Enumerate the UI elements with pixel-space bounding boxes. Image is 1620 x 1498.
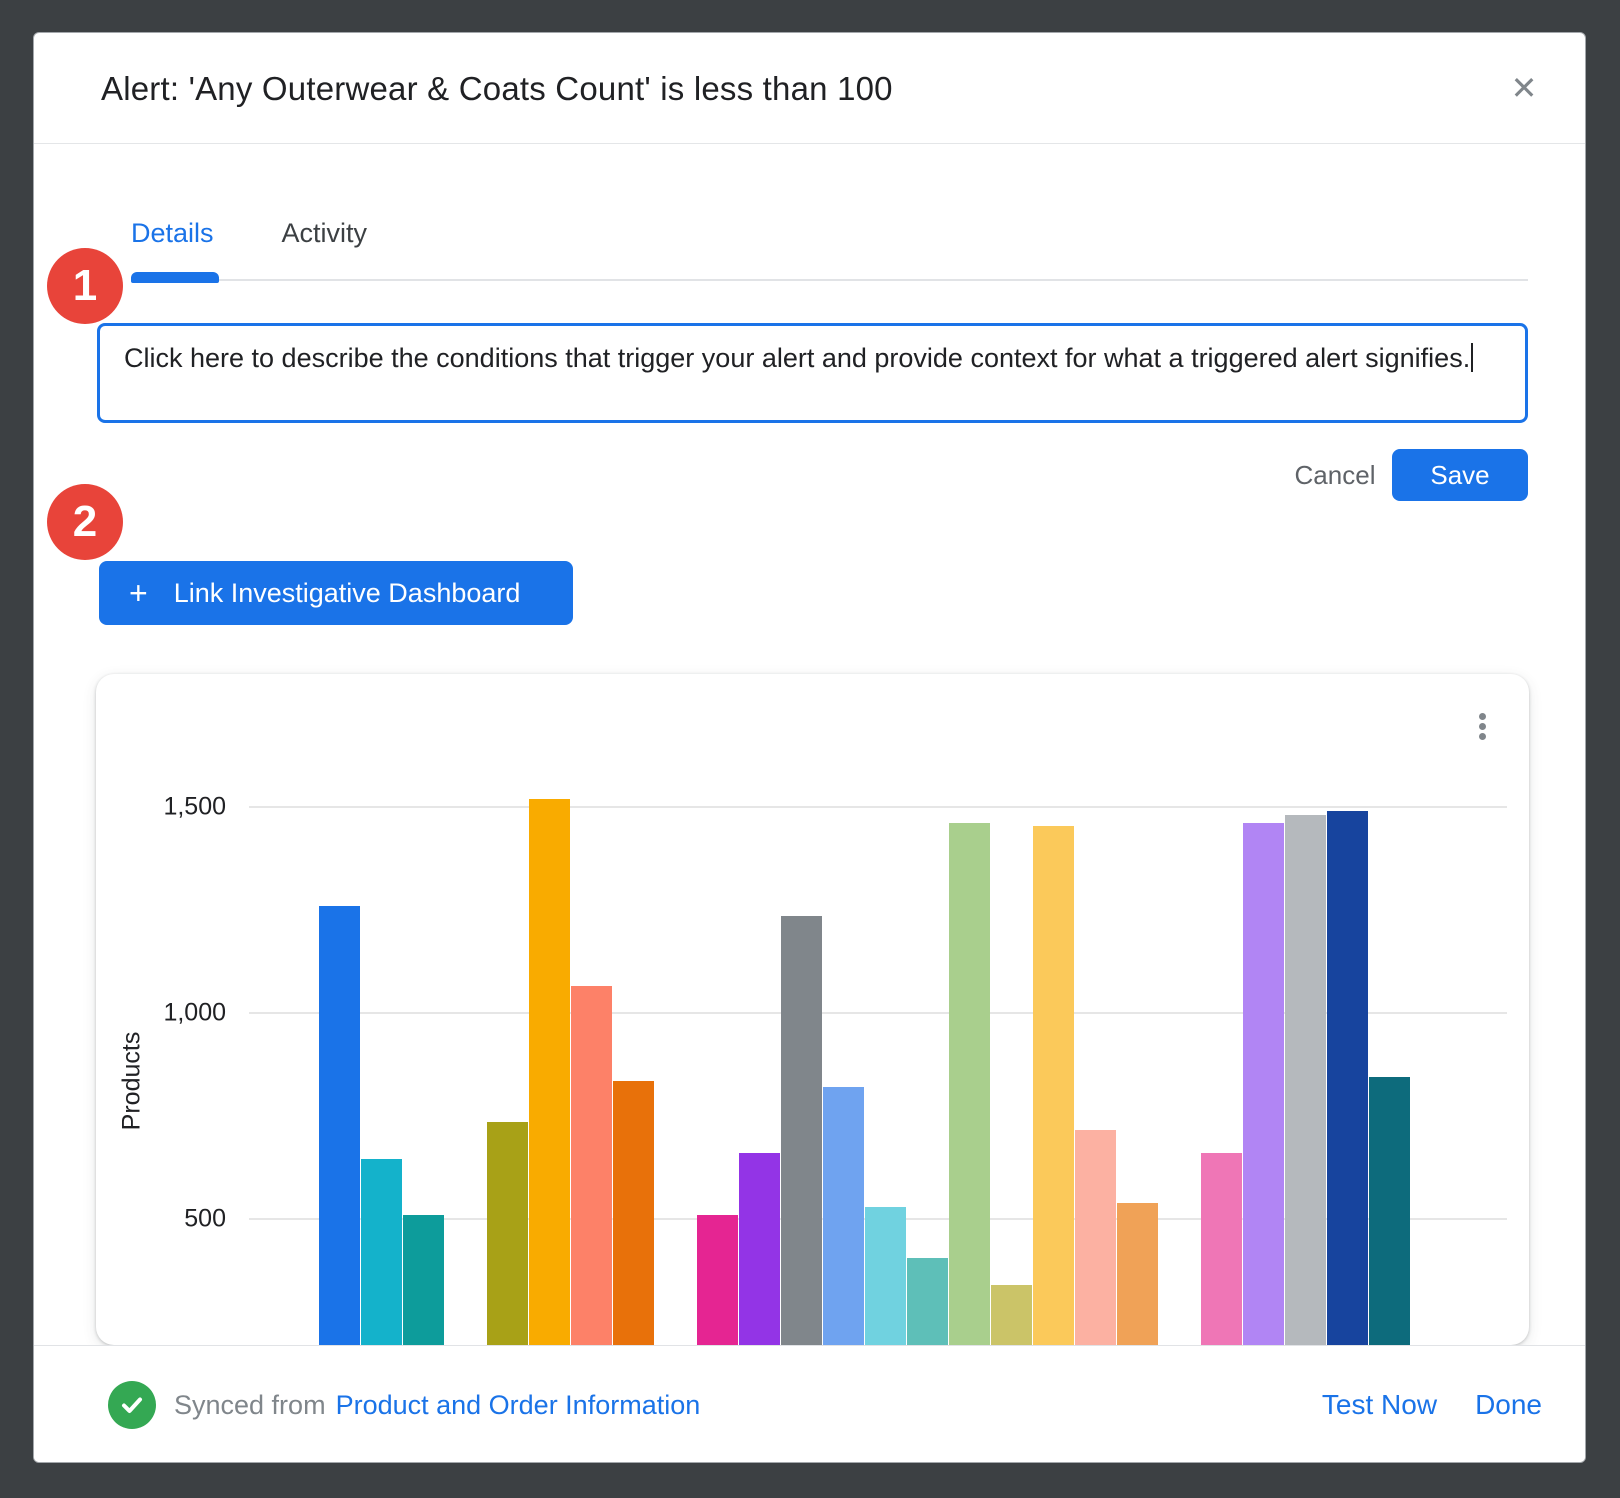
check-circle-icon [108,1381,156,1429]
footer-actions: Test Now Done [1322,1346,1542,1463]
done-button[interactable]: Done [1475,1389,1542,1421]
bar[interactable] [1117,1203,1158,1345]
bar[interactable] [1243,823,1284,1345]
bar[interactable] [613,1081,654,1345]
bar[interactable] [739,1153,780,1345]
alert-description-text: Click here to describe the conditions th… [124,343,1470,373]
dialog-footer: Synced from Product and Order Informatio… [34,1346,1585,1463]
bar[interactable] [697,1215,738,1345]
bar[interactable] [991,1285,1032,1345]
text-cursor [1471,343,1473,372]
dialog-header: Alert: 'Any Outerwear & Coats Count' is … [34,33,1585,144]
source-link[interactable]: Product and Order Information [336,1390,701,1421]
header-divider [34,143,1585,144]
dialog-title: Alert: 'Any Outerwear & Coats Count' is … [101,33,893,144]
tab-bar: Details Activity [131,215,367,251]
bar[interactable] [529,799,570,1345]
y-axis-label: Products [118,1032,147,1131]
alert-dialog: Alert: 'Any Outerwear & Coats Count' is … [33,32,1586,1463]
tab-details[interactable]: Details [131,215,214,251]
bar[interactable] [1327,811,1368,1345]
chart-card: Products 500 1,000 1,500 [96,674,1529,1345]
step-badge-2: 2 [47,484,123,560]
tab-activity[interactable]: Activity [282,215,368,251]
y-tick-label: 1,500 [116,793,226,822]
bar[interactable] [781,916,822,1345]
bar[interactable] [865,1207,906,1345]
save-button[interactable]: Save [1392,449,1528,501]
bar[interactable] [403,1215,444,1345]
link-dashboard-label: Link Investigative Dashboard [174,578,521,609]
step-badge-1: 1 [47,248,123,324]
bar[interactable] [1033,826,1074,1345]
test-now-button[interactable]: Test Now [1322,1389,1437,1421]
bar[interactable] [361,1159,402,1345]
bar[interactable] [949,823,990,1345]
sync-status: Synced from Product and Order Informatio… [108,1346,700,1463]
bar[interactable] [487,1122,528,1345]
synced-from-label: Synced from [174,1390,326,1421]
bar[interactable] [1285,815,1326,1345]
tab-divider [131,279,1528,281]
y-tick-label: 1,000 [116,999,226,1028]
active-tab-indicator [131,272,219,283]
y-tick-label: 500 [116,1205,226,1234]
plus-icon: + [129,577,148,609]
bar[interactable] [319,906,360,1345]
bar[interactable] [1369,1077,1410,1345]
kebab-menu-icon[interactable] [1462,704,1502,748]
link-investigative-dashboard-button[interactable]: + Link Investigative Dashboard [99,561,573,625]
bar[interactable] [1201,1153,1242,1345]
bar[interactable] [1075,1130,1116,1345]
bar[interactable] [907,1258,948,1345]
bar[interactable] [823,1087,864,1345]
gridline [249,806,1507,808]
cancel-button[interactable]: Cancel [1285,449,1385,501]
bar[interactable] [571,986,612,1345]
alert-description-input[interactable]: Click here to describe the conditions th… [97,323,1528,423]
close-icon[interactable]: ✕ [1499,63,1549,113]
